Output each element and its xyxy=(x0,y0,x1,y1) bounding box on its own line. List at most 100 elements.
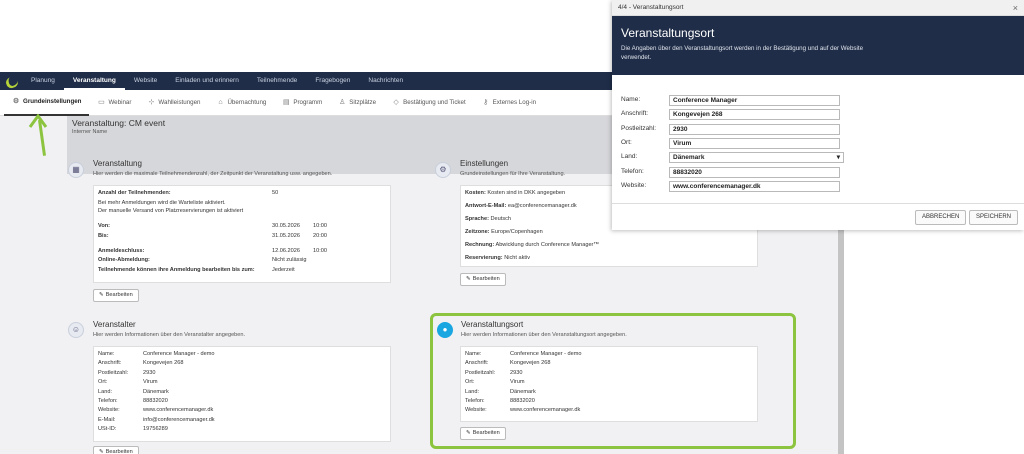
subtab-label: Grundeinstellungen xyxy=(23,98,82,105)
event-internal-name: Interner Name xyxy=(72,129,108,135)
venue-field-value: 88832020 xyxy=(510,398,535,404)
subtab-label: Sitzplätze xyxy=(349,99,377,106)
form-input[interactable]: 88832020 xyxy=(669,166,840,178)
field-value: Deutsch xyxy=(490,216,512,222)
field-label: Rechnung: xyxy=(465,242,495,248)
venue-field-value: Virum xyxy=(510,379,525,386)
pencil-icon: ✎ xyxy=(99,292,104,298)
chevron-down-icon: ▾ xyxy=(836,153,840,161)
field-value: ea@conferencemanager.dk xyxy=(507,203,577,209)
field-value: 12.06.2026 xyxy=(272,248,300,254)
field-label: Online-Abmeldung: xyxy=(98,257,150,263)
organizer-field-value: 88832020 xyxy=(143,398,168,404)
section-title-einstellungen: Einstellungen xyxy=(460,159,509,168)
venue-field-value: Dänemark xyxy=(510,388,536,395)
edit-veranstaltungsort-button[interactable]: ✎ Bearbeiten xyxy=(460,427,506,440)
organizer-field-value: Kongevejen 268 xyxy=(143,360,184,367)
form-label: Name: xyxy=(621,96,641,103)
input-value: 2930 xyxy=(673,125,688,133)
button-label: Bearbeiten xyxy=(472,276,500,282)
subtab-programm[interactable]: ▤ Programm xyxy=(274,90,330,116)
field-value: Kosten sind in DKK angegeben xyxy=(487,190,566,196)
field-label: Anzahl der Teilnehmenden: xyxy=(98,190,171,196)
section-title-veranstalter: Veranstalter xyxy=(93,320,136,329)
subtab-grundeinstellungen[interactable]: ⚙ Grundeinstellungen xyxy=(4,90,90,116)
country-select[interactable]: Dänemark ▾ xyxy=(669,152,844,164)
subtab-webinar[interactable]: ▭ Webinar xyxy=(89,90,139,116)
key-icon: ⚷ xyxy=(483,98,489,106)
section-title-veranstaltungsort: Veranstaltungsort xyxy=(461,320,524,329)
section-desc: Hier werden Informationen über den Veran… xyxy=(461,332,627,338)
cancel-button[interactable]: ABBRECHEN xyxy=(915,210,967,225)
tab-einladen[interactable]: Einladen und erinnern xyxy=(166,72,248,90)
organizer-field-value: Dänemark xyxy=(143,388,169,395)
organizer-field-value: www.conferencemanager.dk xyxy=(143,407,214,414)
tab-website[interactable]: Website xyxy=(125,72,166,90)
venue-field-label: Ort: xyxy=(465,379,475,386)
subtab-wahlleistungen[interactable]: ⊹ Wahlleistungen xyxy=(139,90,208,116)
field-label: Von: xyxy=(98,223,111,229)
subtab-label: Wahlleistungen xyxy=(158,99,201,106)
field-value: 31.05.2026 xyxy=(272,233,300,239)
tab-veranstaltung[interactable]: Veranstaltung xyxy=(63,72,125,90)
tab-nachrichten[interactable]: Nachrichten xyxy=(359,72,412,90)
organizer-field-label: Name: xyxy=(98,351,115,357)
seat-icon: ♙ xyxy=(339,98,346,106)
organizer-field-label: E-Mail: xyxy=(98,416,116,423)
field-label: Bis: xyxy=(98,233,109,239)
edit-veranstalter-button[interactable]: ✎ Bearbeiten xyxy=(93,446,139,454)
dialog-window-title: 4/4 - Veranstaltungsort xyxy=(618,4,684,11)
form-input[interactable]: Kongevejen 268 xyxy=(669,109,840,121)
user-icon: ☺ xyxy=(68,322,84,338)
top-navigation: Planung Veranstaltung Website Einladen u… xyxy=(0,72,612,90)
save-button[interactable]: SPEICHERN xyxy=(969,210,1019,225)
field-note: Der manuelle Versand von Platzreservieru… xyxy=(98,208,244,214)
arrow-head-icon xyxy=(28,114,48,128)
form-input[interactable]: www.conferencemanager.dk xyxy=(669,180,840,192)
field-label: Anmeldeschluss: xyxy=(98,248,145,254)
form-input[interactable]: Virum xyxy=(669,137,840,149)
subtab-label: Übernachtung xyxy=(227,99,267,106)
field-value: Europe/Copenhagen xyxy=(491,229,543,235)
dialog-description: Die Angaben über den Veranstaltungsort w… xyxy=(621,45,864,61)
subtab-bestaetigung[interactable]: ◇ Bestätigung und Ticket xyxy=(384,90,474,116)
tab-planung[interactable]: Planung xyxy=(22,72,64,90)
venue-field-label: Name: xyxy=(465,351,482,357)
form-input[interactable]: 2930 xyxy=(669,123,840,135)
input-value: www.conferencemanager.dk xyxy=(673,182,761,190)
sub-toolbar: ⚙ Grundeinstellungen ▭ Webinar ⊹ Wahlleistu… xyxy=(0,90,612,116)
organizer-field-value: 19756289 xyxy=(143,426,168,433)
scrollbar[interactable] xyxy=(838,230,844,454)
button-label: Bearbeiten xyxy=(105,292,133,298)
button-label: Bearbeiten xyxy=(472,430,500,436)
close-icon[interactable]: × xyxy=(1013,3,1018,13)
subtab-uebernachtung[interactable]: ⌂ Übernachtung xyxy=(208,90,274,116)
field-value: 50 xyxy=(272,190,279,196)
form-label: Land: xyxy=(621,153,638,161)
organizer-field-label: Telefon: xyxy=(98,398,118,404)
edit-einstellungen-button[interactable]: ✎ Bearbeiten xyxy=(460,273,506,286)
form-input[interactable]: Conference Manager xyxy=(669,95,840,106)
field-value: Jederzeit xyxy=(272,267,295,273)
subtab-externes-login[interactable]: ⚷ Externes Log-in xyxy=(474,90,544,116)
field-label: Sprache: xyxy=(465,216,489,222)
section-desc: Hier werden die maximale Teilnehmendenza… xyxy=(93,171,333,177)
dialog-header: Veranstaltungsort Die Angaben über den V… xyxy=(612,16,1024,75)
pencil-icon: ✎ xyxy=(466,430,471,436)
card-veranstaltungsort xyxy=(460,346,758,422)
tab-fragebogen[interactable]: Fragebogen xyxy=(306,72,359,90)
subtab-label: Externes Log-in xyxy=(492,99,537,106)
section-desc: Hier werden Informationen über den Veran… xyxy=(93,332,246,338)
field-value: Nicht zulässig xyxy=(272,257,307,263)
field-value: Nicht aktiv xyxy=(504,255,530,261)
input-value: Dänemark xyxy=(673,153,705,161)
field-value: 10:00 xyxy=(313,223,327,229)
field-note: Bei mehr Anmeldungen wird die Warteliste… xyxy=(98,200,226,206)
edit-veranstaltung-button[interactable]: ✎ Bearbeiten xyxy=(93,289,139,302)
venue-field-label: Anschrift: xyxy=(465,360,489,367)
subtab-sitzplaetze[interactable]: ♙ Sitzplätze xyxy=(330,90,384,116)
field-label: Zeitzone: xyxy=(465,229,490,235)
field-value: 20:00 xyxy=(313,233,327,239)
location-pin-icon: ● xyxy=(437,322,453,338)
tab-teilnehmende[interactable]: Teilnehmende xyxy=(248,72,306,90)
